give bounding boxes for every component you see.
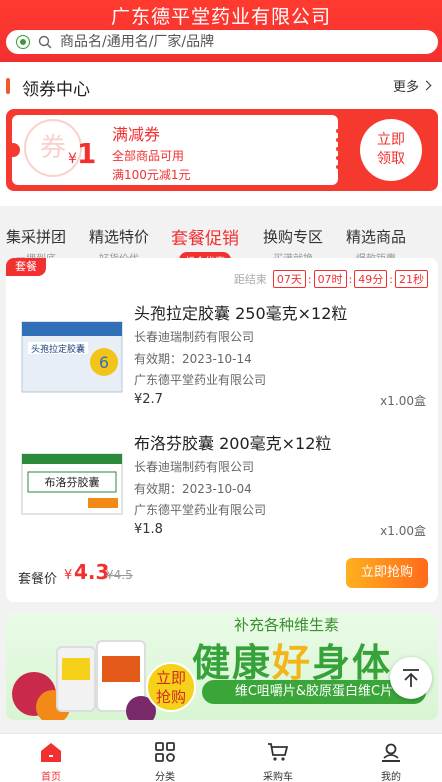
coupon-amount: 1	[76, 137, 97, 170]
app-header: 广东德平堂药业有限公司	[0, 0, 442, 62]
more-label: 更多	[392, 80, 419, 95]
banner-buy-label-1: 立即	[155, 669, 186, 687]
coupon-body: 券 ¥1 满减券 全部商品可用 满100元减1元	[6, 115, 338, 185]
product-title: 布洛芬胶囊 200毫克×12粒	[134, 434, 332, 453]
page-title: 广东德平堂药业有限公司	[110, 6, 331, 28]
banner-buy-button[interactable]: 立即 抢购	[146, 662, 196, 712]
package-original-price: ¥4.5	[106, 568, 133, 582]
vitamin-banner[interactable]: 补充各种维生素 健康好身体 维C咀嚼片&胶原蛋白维C片 立即 抢购	[6, 612, 438, 720]
section-marker	[6, 78, 10, 94]
vitamin-bottle-image	[56, 646, 96, 712]
product-seller: 广东德平堂药业有限公司	[134, 373, 267, 387]
tabbar-home[interactable]: 首页	[21, 740, 81, 782]
claim-label-1: 立即	[377, 132, 405, 148]
product-quantity: x1.00盒	[380, 394, 426, 408]
countdown-days: 07天	[272, 270, 306, 288]
coupon-currency: ¥	[68, 151, 77, 167]
countdown-label: 距结束	[233, 273, 267, 286]
tabbar-label: 首页	[41, 772, 61, 782]
user-icon	[382, 743, 400, 762]
product-price: ¥2.7	[134, 392, 163, 407]
category-icon	[155, 742, 175, 762]
package-price-label: 套餐价	[18, 572, 58, 587]
tab-label: 换购专区	[263, 228, 324, 246]
claim-label-2: 领取	[377, 151, 405, 167]
product-maker: 长春迪瑞制药有限公司	[134, 460, 255, 474]
coupon-condition: 满100元减1元	[112, 168, 191, 182]
tab-package-promo[interactable]: 套餐促销 组合优惠	[171, 226, 239, 260]
box-label: 头孢拉定胶囊	[31, 343, 85, 355]
product-seller: 广东德平堂药业有限公司	[134, 503, 267, 517]
tab-group-buy[interactable]: 集采拼团 一埋到底	[6, 226, 66, 260]
coupon-perforation	[336, 129, 340, 171]
tab-featured[interactable]: 精选商品 爆款钜惠	[346, 226, 406, 260]
coupon-center-title: 领券中心	[22, 80, 90, 100]
product-expiry: 有效期：2023-10-14	[134, 352, 252, 366]
buy-now-button[interactable]: 立即抢购	[346, 558, 428, 588]
package-price-currency: ¥	[64, 568, 73, 583]
countdown-minutes: 49分	[354, 270, 388, 288]
more-link[interactable]: 更多	[392, 76, 432, 95]
product-image: 布洛芬胶囊	[21, 453, 123, 515]
banner-buy-label-2: 抢购	[155, 688, 186, 706]
countdown-hours: 07时	[313, 270, 347, 288]
svg-text:6: 6	[99, 353, 109, 372]
coupon-card: 券 ¥1 满减券 全部商品可用 满100元减1元 立即 领取	[6, 109, 438, 191]
package-card[interactable]: 套餐 距结束 07天 : 07时 : 49分 : 21秒 头孢拉定胶囊 6 头孢…	[6, 258, 438, 602]
product-maker: 长春迪瑞制药有限公司	[134, 330, 255, 344]
tab-special-price[interactable]: 精选特价 好货价优	[89, 226, 149, 260]
search-input[interactable]	[60, 34, 420, 50]
tabbar-label: 采购车	[263, 772, 293, 782]
tabbar-cart[interactable]: 采购车	[248, 740, 308, 782]
tab-label: 集采拼团	[6, 228, 67, 246]
cart-icon	[268, 743, 289, 761]
search-bar[interactable]	[6, 30, 438, 54]
countdown: 距结束 07天 : 07时 : 49分 : 21秒	[234, 270, 428, 288]
home-icon	[41, 743, 61, 762]
coupon-name: 满减券	[112, 125, 161, 144]
tabbar-category[interactable]: 分类	[135, 740, 195, 782]
tab-label: 精选特价	[89, 228, 150, 246]
banner-headline-highlight: 好	[272, 641, 313, 685]
banner-headline: 健康好身体	[192, 632, 392, 687]
box-label: 布洛芬胶囊	[45, 475, 100, 489]
package-badge: 套餐	[6, 258, 46, 276]
banner-headline-b: 身体	[312, 641, 393, 685]
product-item[interactable]: 布洛芬胶囊 布洛芬胶囊 200毫克×12粒 长春迪瑞制药有限公司 有效期：202…	[6, 430, 438, 556]
product-item[interactable]: 头孢拉定胶囊 6 头孢拉定胶囊 250毫克×12粒 长春迪瑞制药有限公司 有效期…	[6, 300, 438, 426]
search-icon	[38, 35, 52, 49]
claim-coupon-button[interactable]: 立即 领取	[360, 119, 422, 181]
store-logo-icon	[16, 35, 30, 49]
product-expiry: 有效期：2023-10-04	[134, 482, 252, 496]
tabbar-label: 我的	[381, 772, 401, 782]
tab-label: 精选商品	[346, 228, 407, 246]
bottom-tab-bar: 首页 分类 采购车 我的	[0, 733, 442, 782]
product-price: ¥1.8	[134, 522, 163, 537]
arrow-up-icon	[403, 669, 419, 687]
coupon-scope: 全部商品可用	[112, 149, 185, 163]
coupon-value: ¥1	[68, 137, 96, 170]
coupon-notch	[6, 143, 20, 157]
tabbar-me[interactable]: 我的	[361, 740, 421, 782]
tab-label: 套餐促销	[171, 229, 239, 249]
chevron-right-icon	[421, 80, 432, 91]
coupon-center: 领券中心 更多 券 ¥1 满减券 全部商品可用 满100元减1元 立即 领取	[0, 62, 442, 206]
tabbar-label: 分类	[155, 772, 175, 782]
product-title: 头孢拉定胶囊 250毫克×12粒	[134, 304, 348, 323]
product-image: 头孢拉定胶囊 6	[21, 321, 123, 393]
tab-exchange[interactable]: 换购专区 买满就换	[263, 226, 323, 260]
package-footer: 套餐价 ¥ 4.3 ¥4.5 立即抢购	[6, 556, 438, 602]
banner-headline-a: 健康	[192, 641, 273, 685]
package-price: 4.3	[74, 560, 110, 584]
countdown-seconds: 21秒	[395, 270, 428, 288]
scroll-to-top-button[interactable]	[390, 657, 432, 699]
product-quantity: x1.00盒	[380, 524, 426, 538]
promo-tabs: 集采拼团 一埋到底 精选特价 好货价优 套餐促销 组合优惠 换购专区 买满就换 …	[0, 212, 442, 260]
